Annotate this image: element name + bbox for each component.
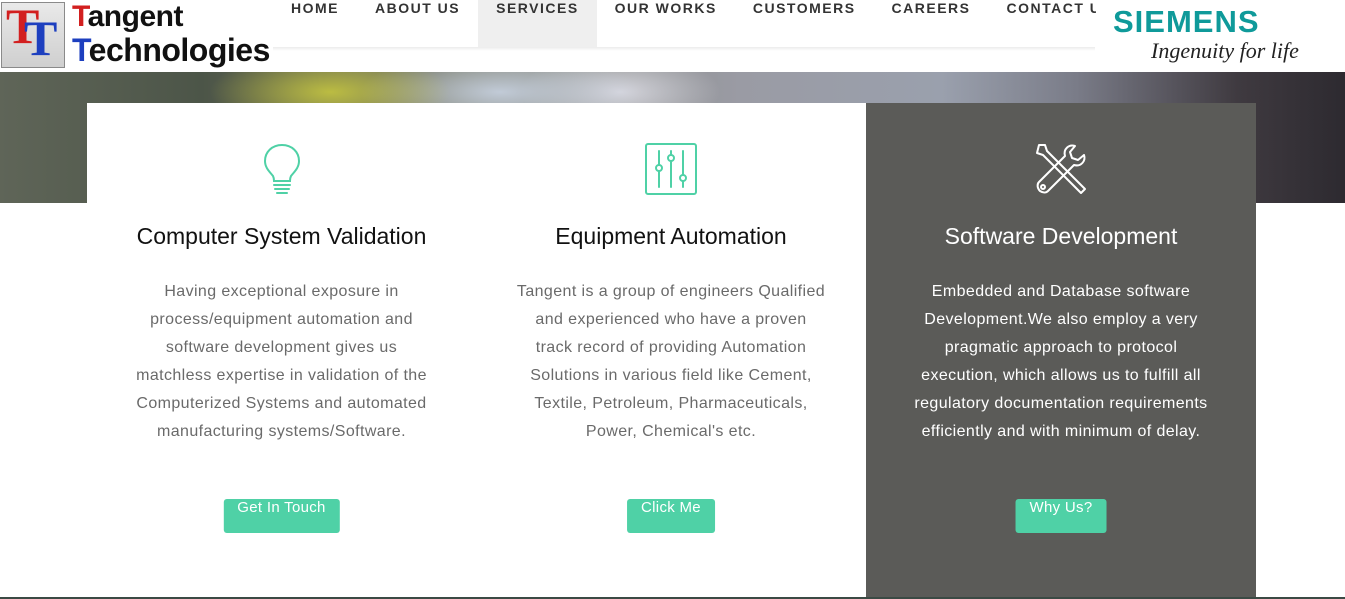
logo-wordmark-line1: Tangent <box>72 0 183 33</box>
nav-item-customers[interactable]: CUSTOMERS <box>735 0 874 47</box>
nav-item-about-us[interactable]: ABOUT US <box>357 0 478 47</box>
partner-tagline: Ingenuity for life <box>1151 38 1299 63</box>
main-nav: HOME ABOUT US SERVICES OUR WORKS CUSTOME… <box>273 0 1130 47</box>
service-title: Computer System Validation <box>136 223 427 249</box>
service-title: Equipment Automation <box>555 223 787 249</box>
service-description: Tangent is a group of engineers Qualifie… <box>516 283 826 440</box>
partner-brand: SIEMENS <box>1113 4 1260 39</box>
get-in-touch-button[interactable]: Get In Touch <box>223 499 340 533</box>
nav-item-careers[interactable]: CAREERS <box>874 0 989 47</box>
tools-icon <box>1036 144 1086 194</box>
logo-mark: T T <box>1 0 65 68</box>
service-card-equipment-automation: Equipment Automation Tangent is a group … <box>476 103 866 597</box>
service-description: Having exceptional exposure in process/e… <box>136 283 427 440</box>
lightbulb-icon <box>263 143 300 194</box>
service-card-computer-system-validation: Computer System Validation Having except… <box>87 103 476 597</box>
nav-item-our-works[interactable]: OUR WORKS <box>597 0 735 47</box>
nav-divider <box>273 47 1095 51</box>
why-us-button[interactable]: Why Us? <box>1015 499 1107 533</box>
sliders-icon <box>645 143 697 195</box>
logo-mark-letter: T <box>24 10 58 66</box>
nav-item-services[interactable]: SERVICES <box>478 0 597 47</box>
partner-logo[interactable]: SIEMENS Ingenuity for life <box>1096 0 1345 72</box>
click-me-button[interactable]: Click Me <box>627 499 715 533</box>
site-header: T T Tangent Technologies HOME ABOUT US S… <box>0 0 1345 72</box>
company-logo[interactable]: T T Tangent Technologies <box>0 0 272 70</box>
nav-item-home[interactable]: HOME <box>273 0 357 47</box>
service-card-software-development: Software Development Embedded and Databa… <box>866 103 1256 597</box>
service-description: Embedded and Database software Developme… <box>914 283 1208 440</box>
service-title: Software Development <box>944 223 1178 249</box>
logo-wordmark-line2: Technologies <box>72 32 270 68</box>
